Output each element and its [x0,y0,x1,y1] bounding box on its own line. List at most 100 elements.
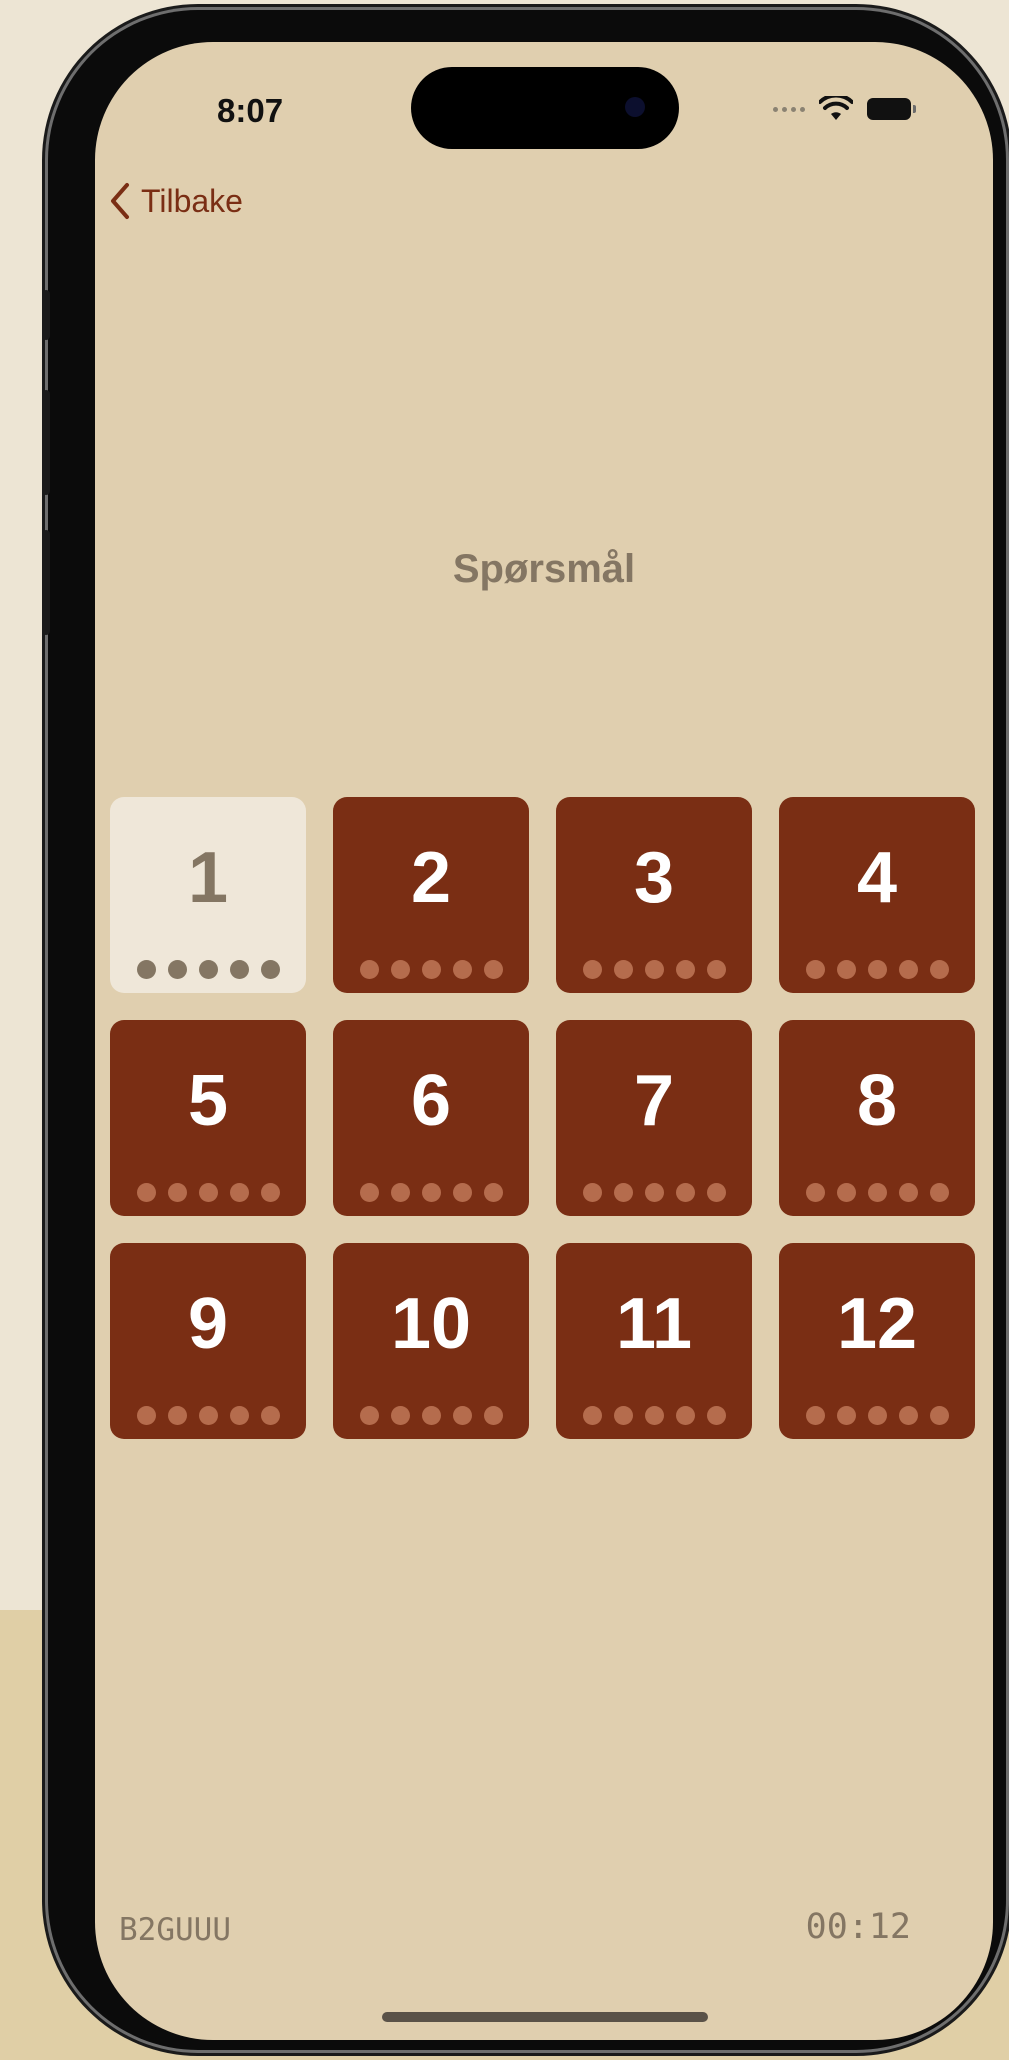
progress-dot [483,1183,503,1202]
game-code: B2GUUU [119,1912,231,1948]
progress-dot [644,1183,664,1202]
question-tile-5[interactable]: 5 [110,1020,306,1216]
progress-dot [805,1183,825,1202]
progress-dot [452,1406,472,1425]
question-tile-6[interactable]: 6 [333,1020,529,1216]
progress-dots [556,1406,752,1425]
progress-dot [198,960,218,979]
progress-dot [898,960,918,979]
progress-dot [836,960,856,979]
progress-dot [421,960,441,979]
status-bar: 8:07 [95,42,993,182]
progress-dot [421,1406,441,1425]
progress-dots [556,960,752,979]
progress-dot [452,1183,472,1202]
progress-dot [898,1183,918,1202]
progress-dot [483,960,503,979]
home-indicator[interactable] [382,2012,708,2022]
question-tile-7[interactable]: 7 [556,1020,752,1216]
dynamic-island [411,67,679,149]
progress-dot [613,960,633,979]
wifi-icon [819,96,853,120]
chevron-left-icon [111,183,129,219]
progress-dot [136,1183,156,1202]
progress-dot [644,960,664,979]
progress-dots [110,1406,306,1425]
question-tile-3[interactable]: 3 [556,797,752,993]
status-time: 8:07 [217,92,284,129]
progress-dot [198,1406,218,1425]
progress-dot [805,1406,825,1425]
progress-dot [359,1406,379,1425]
question-tile-12[interactable]: 12 [779,1243,975,1439]
progress-dots [110,1183,306,1202]
progress-dot [359,960,379,979]
progress-dot [898,1406,918,1425]
progress-dot [260,1406,280,1425]
question-number: 9 [187,1284,229,1364]
progress-dot [613,1406,633,1425]
progress-dot [929,1406,949,1425]
timer: 00:12 [805,1907,911,1947]
question-tile-1[interactable]: 1 [110,797,306,993]
progress-dot [229,960,249,979]
progress-dot [452,960,472,979]
progress-dot [929,960,949,979]
progress-dot [390,1183,410,1202]
progress-dot [198,1183,218,1202]
question-number: 10 [390,1284,472,1364]
progress-dot [929,1183,949,1202]
progress-dots [779,1406,975,1425]
question-number: 1 [187,838,229,918]
side-button-volume-down [42,530,50,635]
progress-dot [867,1406,887,1425]
progress-dots [110,960,306,979]
progress-dot [136,1406,156,1425]
progress-dots [333,1406,529,1425]
progress-dot [359,1183,379,1202]
signal-dots-icon [773,106,805,112]
progress-dot [582,1183,602,1202]
page-title: Spørsmål [452,547,636,591]
progress-dot [706,1406,726,1425]
status-indicators [773,96,916,122]
progress-dot [167,1183,187,1202]
progress-dots [333,960,529,979]
screen: 8:07 Tilbake Spørsmål 1 2 3 4 5 6 7 8 9 … [95,42,993,2040]
progress-dot [675,1406,695,1425]
progress-dot [582,1406,602,1425]
progress-dot [260,960,280,979]
progress-dot [613,1183,633,1202]
progress-dots [556,1183,752,1202]
question-tile-4[interactable]: 4 [779,797,975,993]
progress-dot [260,1183,280,1202]
question-number: 4 [856,838,898,918]
progress-dot [167,1406,187,1425]
question-tile-8[interactable]: 8 [779,1020,975,1216]
progress-dots [779,1183,975,1202]
progress-dot [136,960,156,979]
progress-dots [779,960,975,979]
question-number: 8 [856,1061,898,1141]
back-button[interactable]: Tilbake [109,182,243,220]
progress-dot [390,1406,410,1425]
question-number: 5 [187,1061,229,1141]
question-tile-2[interactable]: 2 [333,797,529,993]
question-tile-10[interactable]: 10 [333,1243,529,1439]
side-button-volume-up [42,390,50,495]
question-grid: 1 2 3 4 5 6 7 8 9 10 11 12 [110,797,975,1439]
question-number: 2 [410,838,452,918]
question-number: 11 [615,1284,693,1364]
progress-dot [229,1183,249,1202]
progress-dot [644,1406,664,1425]
progress-dot [805,960,825,979]
progress-dot [582,960,602,979]
progress-dot [229,1406,249,1425]
question-tile-9[interactable]: 9 [110,1243,306,1439]
progress-dot [867,1183,887,1202]
progress-dot [836,1406,856,1425]
progress-dot [706,1183,726,1202]
progress-dot [483,1406,503,1425]
question-tile-11[interactable]: 11 [556,1243,752,1439]
progress-dot [675,1183,695,1202]
